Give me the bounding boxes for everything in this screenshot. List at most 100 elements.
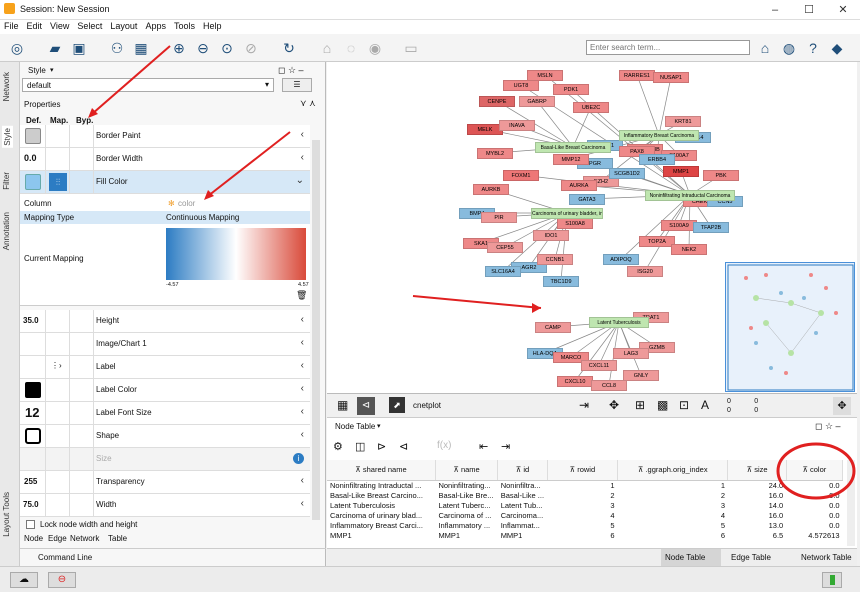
table-cell[interactable]: MMP1 <box>498 530 548 540</box>
menu-tools[interactable]: Tools <box>170 20 199 32</box>
chevron-left-icon[interactable]: ‹ <box>301 360 304 371</box>
menu-edit[interactable]: Edit <box>23 20 47 32</box>
pan-icon[interactable]: ✥ <box>833 397 851 415</box>
menu-help[interactable]: Help <box>199 20 226 32</box>
table-cell[interactable]: Latent Tuberc... <box>435 500 497 510</box>
menu-apps[interactable]: Apps <box>141 20 170 32</box>
table-cell[interactable]: MMP1 <box>435 530 497 540</box>
prop-row-width[interactable]: 75.0 Width ‹ <box>20 494 310 517</box>
table-cell[interactable]: 13.0 <box>728 520 786 530</box>
table-cell[interactable]: Inflammat... <box>498 520 548 530</box>
table-cell[interactable]: 4 <box>618 510 728 520</box>
maximize-button[interactable]: ☐ <box>792 0 826 20</box>
map-cell[interactable]: ⋮› <box>46 356 70 378</box>
prop-row-transparency[interactable]: 255 Transparency ‹ <box>20 471 310 494</box>
hide-icon[interactable]: ◌ <box>342 39 360 57</box>
byp-cell[interactable] <box>70 356 94 378</box>
network-thumbnail-icon[interactable]: ⬈ <box>389 397 405 413</box>
def-cell[interactable]: 255 <box>20 471 46 493</box>
tab-edge[interactable]: Edge <box>48 534 67 543</box>
export-icon[interactable]: ⇥ <box>579 398 589 412</box>
export-table-icon[interactable]: ⇥ <box>501 440 510 453</box>
table-cell[interactable]: Carcinoma of urinary blad... <box>327 510 435 520</box>
table-cell[interactable]: 4 <box>547 510 617 520</box>
prop-row-size[interactable]: Size i <box>20 448 310 471</box>
map-cell[interactable] <box>46 333 70 355</box>
def-cell[interactable] <box>20 425 46 447</box>
table-row[interactable]: Noninfiltrating Intraductal ... Noninfilt… <box>327 480 843 490</box>
table-cell[interactable]: 1 <box>618 480 728 490</box>
search-input[interactable] <box>586 40 750 55</box>
map-cell[interactable] <box>46 471 70 493</box>
help-icon[interactable]: ? <box>804 39 822 57</box>
lock-checkbox[interactable] <box>26 520 35 529</box>
table-cell[interactable]: Latent Tuberculosis <box>327 500 435 510</box>
tab-node-table[interactable]: Node Table <box>661 549 721 566</box>
select-edges-icon[interactable]: ▩ <box>657 398 668 412</box>
def-cell[interactable] <box>20 356 46 378</box>
byp-cell[interactable] <box>70 402 94 424</box>
text-annotation-icon[interactable]: A <box>701 398 709 412</box>
memory-status-icon[interactable] <box>822 572 842 588</box>
table-row[interactable]: MMP1 MMP1 MMP1 6 6 6.5 4.572613 <box>327 530 843 540</box>
table-row[interactable]: Basal-Like Breast Carcino... Basal-Like B… <box>327 490 843 500</box>
menu-layout[interactable]: Layout <box>106 20 141 32</box>
document-icon[interactable]: ▭ <box>402 39 420 57</box>
trash-icon[interactable]: 🗑 <box>296 290 307 301</box>
table-cell[interactable]: Inflammatory Breast Carci... <box>327 520 435 530</box>
col-orig-index[interactable]: ⊼ .ggraph.orig_index <box>617 460 729 481</box>
tab-table[interactable]: Table <box>108 534 127 543</box>
tab-layout-tools[interactable]: Layout Tools <box>2 492 11 537</box>
menu-view[interactable]: View <box>46 20 73 32</box>
table-row[interactable]: Inflammatory Breast Carci... Inflammatory… <box>327 520 843 530</box>
chevron-left-icon[interactable]: ‹ <box>301 314 304 325</box>
def-cell[interactable] <box>20 333 46 355</box>
def-cell[interactable]: 12 <box>20 402 46 424</box>
gradient-preview[interactable] <box>166 228 306 280</box>
col-shared-name[interactable]: ⊼ shared name <box>327 460 436 481</box>
prop-row-shape[interactable]: Shape ‹ <box>20 425 310 448</box>
map-cell[interactable] <box>46 425 70 447</box>
select-nodes-icon[interactable]: ⊞ <box>635 398 645 412</box>
chevron-left-icon[interactable]: ‹ <box>301 429 304 440</box>
byp-cell[interactable] <box>70 471 94 493</box>
table-cell[interactable]: Carcinoma of ... <box>435 510 497 520</box>
chevron-left-icon[interactable]: ‹ <box>301 498 304 509</box>
def-cell[interactable]: 75.0 <box>20 494 46 516</box>
table-cell[interactable]: MMP1 <box>327 530 435 540</box>
table-cell[interactable]: 16.0 <box>728 510 786 520</box>
byp-cell[interactable] <box>70 310 94 332</box>
ndex-icon[interactable]: ◆ <box>828 39 846 57</box>
table-cell[interactable]: 0.0 <box>786 520 842 530</box>
menu-file[interactable]: File <box>0 20 23 32</box>
grid-view-icon[interactable]: ▦ <box>337 398 348 412</box>
table-cell[interactable]: 0.0 <box>786 510 842 520</box>
table-cell[interactable]: 6 <box>618 530 728 540</box>
float-icon[interactable]: ◻ ☆ – <box>815 421 841 432</box>
byp-cell[interactable] <box>70 333 94 355</box>
prop-row-label-color[interactable]: Label Color ‹ <box>20 379 310 402</box>
def-cell[interactable]: 35.0 <box>20 310 46 332</box>
byp-cell[interactable] <box>70 379 94 401</box>
table-cell[interactable]: Carcinoma... <box>498 510 548 520</box>
def-cell[interactable] <box>20 379 46 401</box>
table-cell[interactable]: 1 <box>547 480 617 490</box>
tab-network[interactable]: Network <box>70 534 99 543</box>
table-row[interactable]: Latent Tuberculosis Latent Tuberc... Laten… <box>327 500 843 510</box>
tab-network-table[interactable]: Network Table <box>801 553 852 562</box>
prop-row-image-chart[interactable]: Image/Chart 1 ‹ <box>20 333 310 356</box>
minimize-button[interactable]: – <box>758 0 792 20</box>
col-id[interactable]: ⊼ id <box>497 460 548 481</box>
table-cell[interactable]: Noninfiltra... <box>498 480 548 490</box>
table-cell[interactable]: 6.5 <box>728 530 786 540</box>
command-line-bar[interactable]: Command Line <box>20 548 326 566</box>
byp-cell[interactable] <box>70 494 94 516</box>
map-cell[interactable] <box>46 494 70 516</box>
table-cell[interactable]: Noninfiltrating Intraductal ... <box>327 480 435 490</box>
close-button[interactable]: ✕ <box>826 0 860 20</box>
create-column-icon[interactable]: ⊳ <box>377 440 386 453</box>
network-canvas[interactable]: RARRES1 NUSAP1 MSLN UGT8 PDK1 CENPE GABRP UBE2C… <box>327 62 857 394</box>
table-row[interactable]: Carcinoma of urinary blad... Carcinoma of… <box>327 510 843 520</box>
fit-selected-icon[interactable]: ✥ <box>609 398 619 412</box>
tab-annotation[interactable]: Annotation <box>2 212 11 250</box>
